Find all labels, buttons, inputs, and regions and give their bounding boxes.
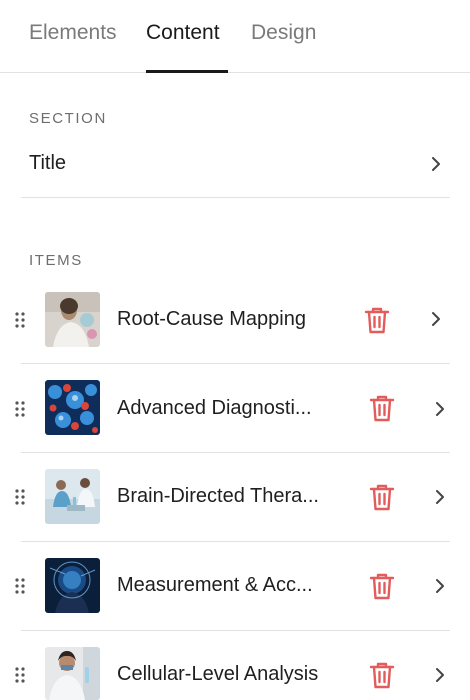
tab-content[interactable]: Content <box>146 20 220 46</box>
item-label: Cellular-Level Analysis <box>117 663 319 685</box>
chevron-right-icon[interactable] <box>434 667 446 683</box>
drag-handle-icon[interactable] <box>14 311 26 329</box>
item-label: Root-Cause Mapping <box>117 308 306 330</box>
item-label: Measurement & Acc... <box>117 574 313 596</box>
tab-elements[interactable]: Elements <box>29 20 117 46</box>
drag-handle-icon[interactable] <box>14 400 26 418</box>
active-tab-indicator <box>146 70 228 73</box>
items-heading: ITEMS <box>29 252 83 269</box>
chevron-right-icon[interactable] <box>434 401 446 417</box>
tab-bar: Elements Content Design <box>0 0 470 73</box>
list-item[interactable]: Advanced Diagnosti... <box>0 364 470 453</box>
section-title-row[interactable]: Title <box>21 132 450 198</box>
chevron-right-icon[interactable] <box>434 578 446 594</box>
drag-handle-icon[interactable] <box>14 666 26 684</box>
content-panel: Elements Content Design SECTION Title IT… <box>0 0 470 700</box>
list-item[interactable]: Cellular-Level Analysis <box>0 631 470 700</box>
trash-icon[interactable] <box>364 306 390 334</box>
trash-icon[interactable] <box>369 572 395 600</box>
item-thumbnail <box>45 292 100 347</box>
tab-design[interactable]: Design <box>251 20 316 46</box>
trash-icon[interactable] <box>369 394 395 422</box>
list-item[interactable]: Brain-Directed Thera... <box>0 453 470 542</box>
item-label: Advanced Diagnosti... <box>117 397 312 419</box>
chevron-right-icon[interactable] <box>430 311 442 327</box>
drag-handle-icon[interactable] <box>14 577 26 595</box>
chevron-right-icon <box>432 157 440 171</box>
trash-icon[interactable] <box>369 483 395 511</box>
item-label: Brain-Directed Thera... <box>117 485 319 507</box>
item-thumbnail <box>45 469 100 524</box>
list-item[interactable]: Measurement & Acc... <box>0 542 470 631</box>
section-title-label: Title <box>29 152 67 174</box>
item-thumbnail <box>45 558 100 613</box>
item-thumbnail <box>45 647 100 700</box>
chevron-right-icon[interactable] <box>434 489 446 505</box>
drag-handle-icon[interactable] <box>14 488 26 506</box>
section-heading: SECTION <box>29 110 107 127</box>
trash-icon[interactable] <box>369 661 395 689</box>
list-item[interactable]: Root-Cause Mapping <box>0 275 470 364</box>
item-thumbnail <box>45 380 100 435</box>
